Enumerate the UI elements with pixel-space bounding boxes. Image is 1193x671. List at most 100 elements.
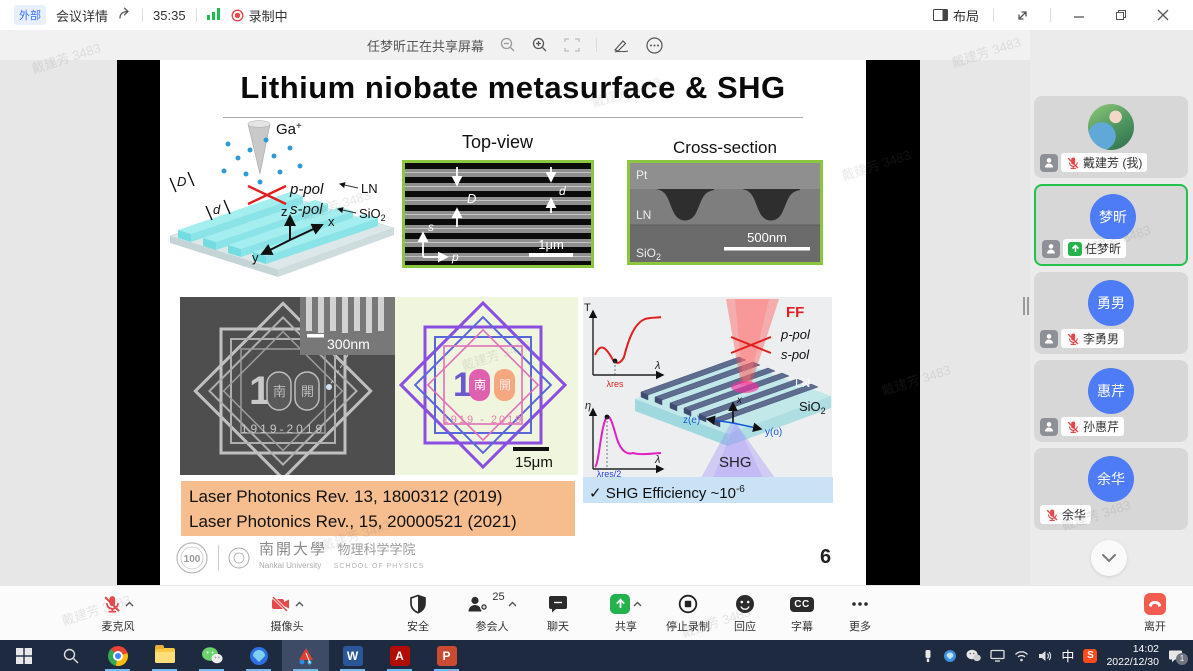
taskbar-file-explorer[interactable] [141, 640, 188, 671]
divider [596, 38, 597, 52]
svg-text:FF: FF [786, 304, 804, 321]
taskbar-meeting-app[interactable] [235, 640, 282, 671]
person-badge-icon [1042, 240, 1060, 258]
svg-text:1μm: 1μm [538, 237, 564, 252]
svg-text:x: x [328, 214, 335, 229]
svg-text:λ: λ [654, 360, 660, 372]
captions-icon: CC [790, 597, 813, 612]
tray-ime-indicator[interactable]: 中 [1061, 646, 1074, 665]
recording-indicator[interactable]: 录制中 [231, 6, 288, 25]
participant-name: 任梦昕 [1085, 240, 1121, 257]
svg-text:開: 開 [301, 384, 314, 399]
annotate-pen-icon[interactable] [613, 38, 630, 53]
windows-taskbar: W A P 中 S 14:02 2022/12/30 1 [0, 640, 1193, 671]
chevron-up-icon[interactable] [508, 601, 517, 607]
taskbar-active-screen-record-app[interactable] [282, 640, 329, 671]
divider [1050, 8, 1051, 22]
svg-text:d: d [559, 184, 566, 198]
tray-display-icon[interactable] [990, 649, 1005, 662]
sidebar-scroll-down-button[interactable] [1091, 540, 1127, 576]
svg-text:s: s [428, 220, 434, 234]
screen-sharing-icon [1068, 242, 1082, 256]
taskbar-word[interactable]: W [329, 640, 376, 671]
participant-name: 戴建芳 (我) [1083, 154, 1142, 171]
close-button[interactable] [1149, 3, 1177, 27]
participant-tile[interactable]: 勇男 李勇男 [1034, 272, 1188, 354]
fullscreen-icon[interactable] [1008, 3, 1036, 27]
zoom-out-icon[interactable] [500, 37, 516, 53]
taskbar-search-button[interactable] [47, 640, 94, 671]
chevron-up-icon[interactable] [633, 601, 642, 607]
participants-count: 25 [492, 591, 504, 603]
tray-sogou-icon[interactable]: S [1083, 649, 1097, 663]
svg-text:SiO2: SiO2 [359, 206, 386, 223]
participant-tile[interactable]: 惠芹 孙惠芹 [1034, 360, 1188, 442]
notification-center-button[interactable]: 1 [1168, 649, 1183, 663]
meeting-control-bar: 麦克风 摄像头 安全 25 [0, 585, 1193, 641]
more-options-icon[interactable] [646, 37, 663, 54]
microphone-button[interactable]: 麦克风 [80, 592, 156, 634]
active-app-icon [296, 646, 316, 666]
tray-wechat-icon[interactable] [966, 649, 981, 662]
window-title-bar: 外部 会议详情 35:35 录制中 布局 [0, 0, 1193, 31]
windows-logo-icon [16, 648, 32, 664]
svg-text:s-pol: s-pol [781, 347, 810, 362]
chevron-up-icon[interactable] [125, 601, 134, 607]
stop-record-icon [678, 594, 698, 614]
participant-tile[interactable]: 戴建芳 (我) [1034, 96, 1188, 178]
restore-button[interactable] [1107, 3, 1135, 27]
fit-screen-icon[interactable] [564, 38, 580, 52]
taskbar-wechat[interactable] [188, 640, 235, 671]
layout-button[interactable]: 布局 [933, 6, 979, 25]
taskbar-clock[interactable]: 14:02 2022/12/30 [1106, 643, 1159, 669]
acrobat-icon: A [390, 646, 410, 666]
more-button[interactable]: 更多 [822, 592, 898, 634]
svg-text:Pt: Pt [636, 168, 648, 182]
svg-text:15μm: 15μm [515, 454, 553, 471]
figure-sem-star: 1 南 開 1919-2019 300nm [180, 297, 395, 475]
minimize-button[interactable] [1065, 3, 1093, 27]
svg-text:y(o): y(o) [765, 427, 782, 438]
citation-line: Laser Photonics Rev. 13, 1800312 (2019) [189, 484, 567, 509]
tray-meeting-app-icon[interactable] [943, 649, 957, 663]
forward-icon[interactable] [118, 7, 132, 23]
svg-text:Ga+: Ga+ [276, 121, 302, 138]
taskbar-chrome[interactable] [94, 640, 141, 671]
tray-volume-icon[interactable] [1038, 650, 1052, 662]
start-button[interactable] [0, 640, 47, 671]
leave-phone-icon [1144, 593, 1166, 615]
mic-muted-icon [1066, 332, 1080, 346]
more-dots-icon [850, 594, 870, 614]
tray-wifi-icon[interactable] [1014, 650, 1029, 662]
figure-topview-title: Top-view [400, 132, 595, 153]
security-button[interactable]: 安全 [380, 592, 456, 634]
sidebar-collapse-handle[interactable] [1022, 292, 1030, 320]
share-screen-icon [610, 594, 630, 614]
shg-efficiency-note: ✓ SHG Efficiency ~10-6 [583, 477, 833, 503]
divider [142, 8, 143, 22]
leave-meeting-button[interactable]: 离开 [1117, 592, 1193, 634]
svg-text:南: 南 [474, 377, 486, 392]
figure-fabrication-schematic: Ga+ p-pol s-pol LN SiO2 D d z x y [162, 116, 402, 288]
network-signal-icon [207, 8, 221, 23]
tray-usb-icon[interactable] [922, 649, 934, 663]
participants-button[interactable]: 25 参会人 [454, 592, 530, 634]
presentation-slide: Lithium niobate metasurface & SHG Ga+ p-… [160, 60, 866, 585]
svg-text:p-pol: p-pol [289, 181, 324, 198]
svg-text:s-pol: s-pol [290, 201, 323, 218]
camera-button[interactable]: 摄像头 [249, 592, 325, 634]
zoom-in-icon[interactable] [532, 37, 548, 53]
university-name-en: Nankai University [259, 561, 321, 570]
powerpoint-icon: P [437, 646, 457, 666]
taskbar-acrobat[interactable]: A [376, 640, 423, 671]
chat-button[interactable]: 聊天 [520, 592, 596, 634]
svg-text:d: d [213, 202, 221, 217]
chevron-up-icon[interactable] [295, 601, 304, 607]
participant-tile[interactable]: 梦昕 任梦昕 [1034, 184, 1188, 266]
participant-tile[interactable]: 余华 余华 [1034, 448, 1188, 530]
taskbar-powerpoint[interactable]: P [423, 640, 470, 671]
meeting-details-link[interactable]: 会议详情 [56, 6, 108, 25]
figure-optical-star: 1 南 開 1919 - 2019 15μm [395, 297, 578, 475]
search-icon [63, 648, 79, 664]
university-seal-icon [227, 546, 251, 570]
